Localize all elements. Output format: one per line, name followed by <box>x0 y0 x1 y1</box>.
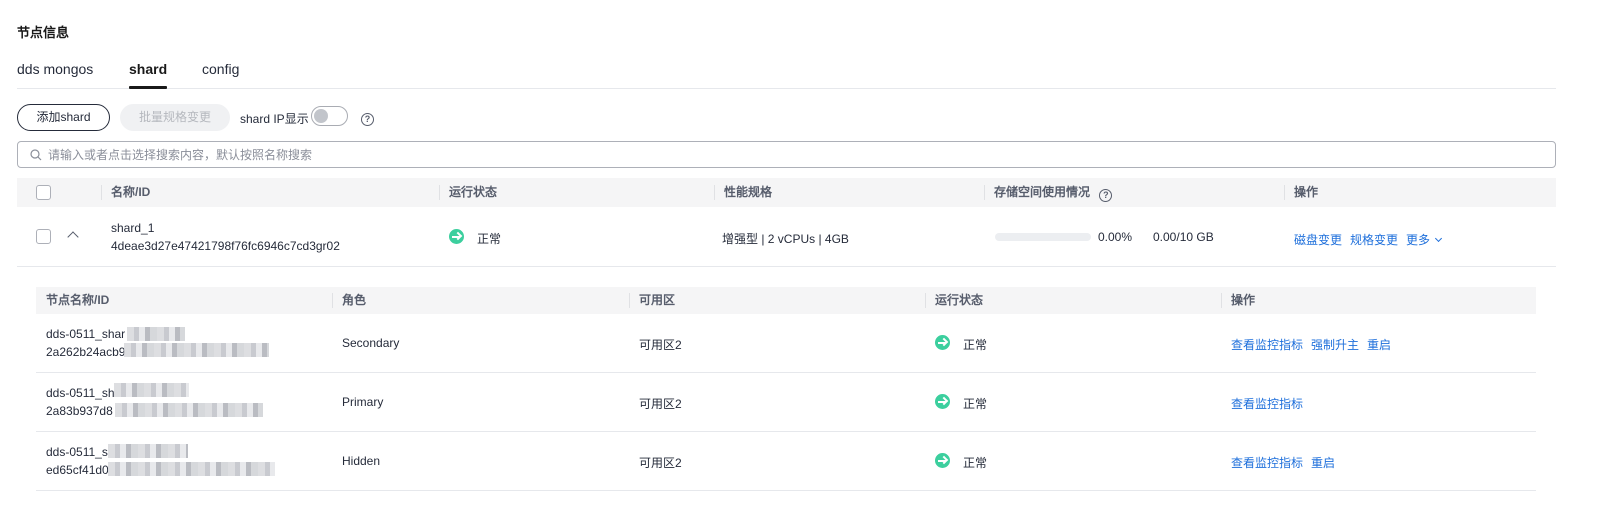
node-zone: 可用区2 <box>639 338 682 352</box>
redacted-mask <box>108 444 188 458</box>
node-status: 正常 <box>963 338 988 352</box>
node-name: dds-0511_sh <box>46 386 115 400</box>
node-name: dds-0511_s <box>46 445 108 459</box>
col-spec: 性能规格 <box>714 185 772 200</box>
table-row: dds-0511_sh 2a83b937d8 Primary 可用区2 正常 查… <box>36 373 1536 432</box>
chevron-down-icon <box>1434 234 1443 243</box>
node-zone: 可用区2 <box>639 456 682 470</box>
redacted-mask <box>127 327 185 341</box>
tab-dds-mongos[interactable]: dds mongos <box>17 60 93 89</box>
toolbar: 添加shard 批量规格变更 shard IP显示 ? <box>17 104 1556 131</box>
shard-ip-toggle-label: shard IP显示 <box>240 112 309 126</box>
force-primary-link[interactable]: 强制升主 <box>1311 336 1359 353</box>
shard-spec: 增强型 | 2 vCPUs | 4GB <box>722 232 849 246</box>
shard-status: 正常 <box>477 232 502 246</box>
collapse-chevron-icon[interactable] <box>67 231 79 243</box>
view-metrics-link[interactable]: 查看监控指标 <box>1231 395 1303 412</box>
select-all-checkbox[interactable] <box>36 185 51 200</box>
table-row: shard_1 4deae3d27e47421798f76fc6946c7cd3… <box>17 207 1556 267</box>
storage-progress-bar <box>995 233 1091 241</box>
view-metrics-link[interactable]: 查看监控指标 <box>1231 454 1303 471</box>
view-metrics-link[interactable]: 查看监控指标 <box>1231 336 1303 353</box>
col-node-actions: 操作 <box>1221 293 1255 308</box>
col-node-status: 运行状态 <box>925 293 983 308</box>
node-table-header: 节点名称/ID 角色 可用区 运行状态 操作 <box>36 287 1536 314</box>
redacted-mask <box>124 343 269 357</box>
table-row: dds-0511_shar 2a262b24acb9 Secondary 可用区… <box>36 314 1536 373</box>
redacted-mask <box>108 462 275 476</box>
node-status: 正常 <box>963 397 988 411</box>
search-input[interactable] <box>48 146 1448 163</box>
node-id: 2a83b937d8 <box>46 404 113 418</box>
shard-ip-toggle[interactable] <box>311 106 348 126</box>
add-shard-button[interactable]: 添加shard <box>17 104 110 131</box>
node-role: Primary <box>342 395 384 409</box>
col-name-id: 名称/ID <box>101 185 150 200</box>
spec-change-link[interactable]: 规格变更 <box>1350 231 1398 248</box>
table-row: dds-0511_s ed65cf41d0 Hidden 可用区2 正常 查看监… <box>36 432 1536 491</box>
redacted-mask <box>115 403 263 417</box>
status-ok-icon <box>449 229 464 244</box>
node-status: 正常 <box>963 456 988 470</box>
node-id: 2a262b24acb9 <box>46 345 126 359</box>
search-icon <box>30 149 42 161</box>
redacted-mask <box>114 383 189 397</box>
node-tabs: dds mongos shard config <box>17 60 1556 89</box>
section-title: 节点信息 <box>17 25 70 40</box>
node-role: Hidden <box>342 454 381 468</box>
search-box[interactable] <box>17 141 1556 168</box>
status-ok-icon <box>935 335 950 350</box>
main-table-header: 名称/ID 运行状态 性能规格 存储空间使用情况 ? 操作 <box>17 178 1556 207</box>
tab-shard[interactable]: shard <box>129 60 168 89</box>
storage-help-icon[interactable]: ? <box>1099 189 1113 202</box>
node-name: dds-0511_shar <box>46 327 126 341</box>
status-ok-icon <box>935 453 950 468</box>
shard-id: 4deae3d27e47421798f76fc6946c7cd3gr02 <box>111 239 340 253</box>
batch-spec-change-button[interactable]: 批量规格变更 <box>120 104 230 131</box>
col-role: 角色 <box>332 293 366 308</box>
col-storage: 存储空间使用情况 ? <box>984 185 1113 202</box>
node-role: Secondary <box>342 336 400 350</box>
col-zone: 可用区 <box>629 293 675 308</box>
status-ok-icon <box>935 394 950 409</box>
restart-link[interactable]: 重启 <box>1311 454 1335 471</box>
disk-change-link[interactable]: 磁盘变更 <box>1294 231 1342 248</box>
restart-link[interactable]: 重启 <box>1367 336 1391 353</box>
tab-config[interactable]: config <box>202 60 239 89</box>
storage-amount: 0.00/10 GB <box>1153 230 1214 244</box>
node-id: ed65cf41d0 <box>46 463 109 477</box>
storage-percent: 0.00% <box>1098 230 1133 244</box>
shard-name: shard_1 <box>111 221 155 235</box>
col-actions: 操作 <box>1284 185 1318 200</box>
col-node-name-id: 节点名称/ID <box>46 293 110 307</box>
help-icon[interactable]: ? <box>361 113 374 126</box>
row-checkbox[interactable] <box>36 229 51 244</box>
more-dropdown[interactable]: 更多 <box>1406 231 1443 248</box>
col-status: 运行状态 <box>439 185 497 200</box>
node-zone: 可用区2 <box>639 397 682 411</box>
